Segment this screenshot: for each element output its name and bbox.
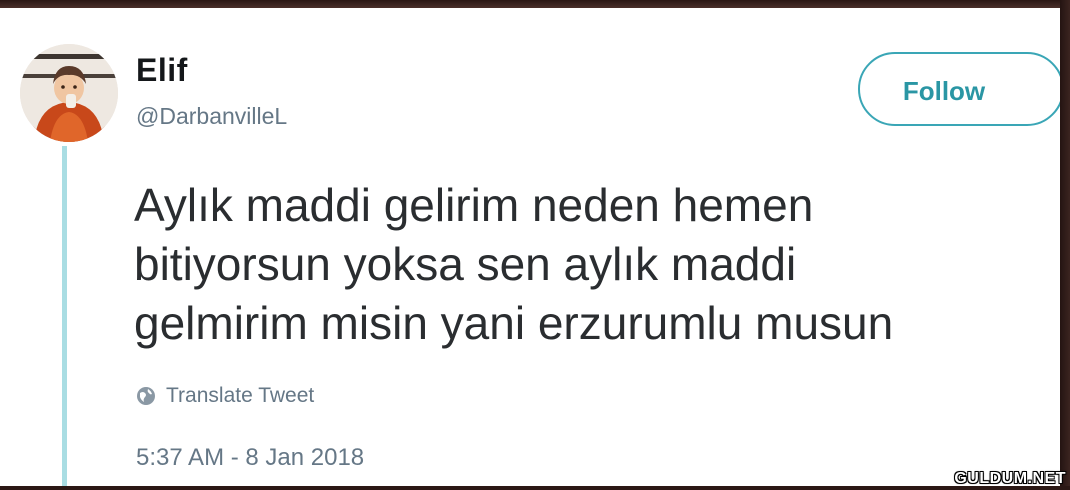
follow-button[interactable]: Follow xyxy=(858,52,1060,126)
screenshot-frame-top xyxy=(0,0,1070,8)
screenshot-frame-right xyxy=(1060,0,1070,490)
translate-tweet-label: Translate Tweet xyxy=(166,384,315,407)
thread-line xyxy=(62,146,67,486)
screenshot-frame-bottom xyxy=(0,486,1070,490)
author-name[interactable]: Elif xyxy=(136,52,188,89)
author-handle[interactable]: @DarbanvilleL xyxy=(136,103,287,130)
tweet-text-line: gelmirim misin yani erzurumlu musun xyxy=(134,297,894,349)
tweet-card: Elif @DarbanvilleL Follow Aylık maddi ge… xyxy=(0,8,1060,486)
tweet-text-line: bitiyorsun yoksa sen aylık maddi xyxy=(134,238,797,290)
site-watermark: GULDUM.NET xyxy=(954,470,1066,487)
globe-icon xyxy=(137,387,155,405)
profile-photo-icon xyxy=(20,44,118,142)
avatar[interactable] xyxy=(20,44,118,142)
translate-tweet-link[interactable]: Translate Tweet xyxy=(136,384,314,408)
tweet-text: Aylık maddi gelirim neden hemen bitiyors… xyxy=(134,176,1054,353)
tweet-timestamp[interactable]: 5:37 AM - 8 Jan 2018 xyxy=(136,444,364,472)
tweet-text-line: Aylık maddi gelirim neden hemen xyxy=(134,179,814,231)
